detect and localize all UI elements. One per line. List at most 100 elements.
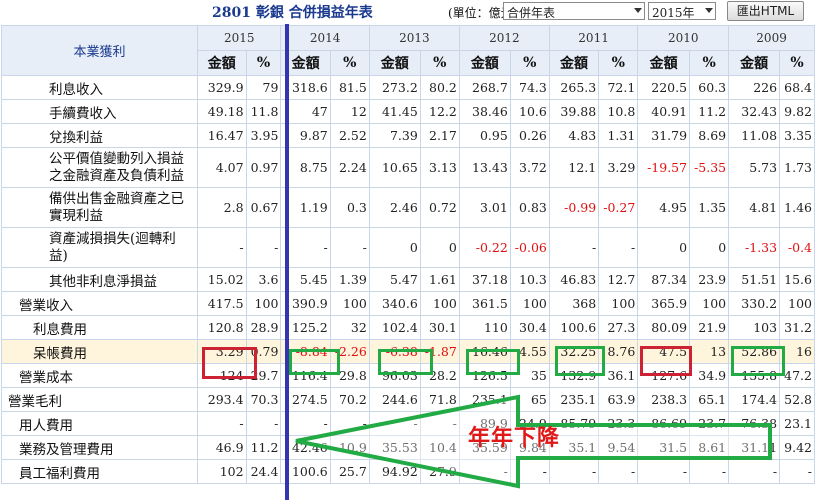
amount-cell: 330.2 bbox=[728, 291, 781, 316]
amount-cell: 244.6 bbox=[368, 387, 421, 412]
table-row: 資產減損損失(迴轉利益) - - - -0 0 -0.22 -0.06- -0 0 -1.33 -0.… bbox=[0, 227, 815, 268]
percent-cell: 27.9 bbox=[419, 459, 460, 484]
percent-column-header: % bbox=[245, 50, 282, 76]
highlight-box-2011 bbox=[555, 346, 605, 376]
highlight-box-2012 bbox=[466, 349, 520, 375]
amount-cell: 4.95 bbox=[637, 187, 691, 228]
amount-cell: 238.3 bbox=[637, 387, 691, 412]
amount-cell: 2.46 bbox=[368, 187, 421, 228]
amount-cell: 365.9 bbox=[637, 291, 691, 316]
export-html-button[interactable]: 匯出HTML bbox=[727, 1, 804, 21]
table-row: 利息費用 120.8 28.9 125.2 32 102.4 30.1 110 30.4 100.… bbox=[0, 315, 815, 340]
percent-cell: 3.95 bbox=[245, 123, 282, 148]
percent-cell: 23.9 bbox=[689, 267, 730, 292]
amount-cell: 39.88 bbox=[548, 99, 600, 124]
percent-cell: 3.13 bbox=[419, 147, 460, 188]
row-label: 呆帳費用 bbox=[0, 339, 199, 364]
percent-cell: 74.3 bbox=[509, 75, 550, 100]
highlight-box-2010 bbox=[640, 346, 692, 376]
amount-cell: 0 bbox=[368, 227, 421, 268]
amount-cell: 5.73 bbox=[728, 147, 781, 188]
percent-cell: - bbox=[598, 227, 639, 268]
percent-cell: 25.7 bbox=[329, 459, 370, 484]
amount-cell: 220.5 bbox=[637, 75, 691, 100]
table-row: 營業收入 417.5 100 390.9 100 340.6 100 361.5 100 368 1… bbox=[0, 291, 815, 316]
percent-cell: 3.72 bbox=[509, 147, 550, 188]
percent-column-header: % bbox=[509, 50, 550, 76]
percent-cell: 81.5 bbox=[329, 75, 370, 100]
year-header-2010: 2010 bbox=[637, 25, 730, 51]
percent-cell: 11.2 bbox=[689, 99, 730, 124]
year-select[interactable]: 2015年 bbox=[648, 2, 716, 20]
highlight-box-2009 bbox=[731, 346, 785, 376]
percent-cell: 1.35 bbox=[689, 187, 730, 228]
percent-cell: 100 bbox=[598, 291, 639, 316]
percent-cell: - bbox=[598, 459, 639, 484]
percent-cell: 11.8 bbox=[245, 99, 282, 124]
row-label: 業務及管理費用 bbox=[0, 435, 199, 460]
amount-cell: 110 bbox=[458, 315, 511, 340]
row-label: 手續費收入 bbox=[0, 99, 199, 124]
row-label: 營業成本 bbox=[0, 363, 199, 388]
amount-column-header: 金額 bbox=[197, 50, 247, 76]
amount-cell: 31.5 bbox=[637, 435, 691, 460]
row-label: 利息收入 bbox=[0, 75, 199, 100]
amount-column-header: 金額 bbox=[637, 50, 691, 76]
percent-cell: 31.2 bbox=[779, 315, 815, 340]
year-header-row: 本業獲利 2015 2014 2013 2012 2011 2010 2009 bbox=[0, 25, 815, 76]
amount-cell: - bbox=[637, 459, 691, 484]
year-header-2012: 2012 bbox=[458, 25, 550, 51]
percent-cell: 10.3 bbox=[509, 267, 550, 292]
percent-cell: 12.7 bbox=[598, 267, 639, 292]
percent-column-header: % bbox=[419, 50, 460, 76]
chevron-down-icon bbox=[705, 8, 713, 13]
percent-column-header: % bbox=[598, 50, 639, 76]
percent-cell: 70.3 bbox=[245, 387, 282, 412]
percent-cell: 2.17 bbox=[419, 123, 460, 148]
report-toolbar: 2801 彰銀 合併損益年表 (單位：億元) 合併年表 2015年 匯出HTML bbox=[0, 0, 815, 24]
amount-cell: 103 bbox=[728, 315, 781, 340]
amount-cell: 31.79 bbox=[637, 123, 691, 148]
percent-cell: 2.24 bbox=[329, 147, 370, 188]
amount-cell: 120.8 bbox=[197, 315, 247, 340]
percent-cell: - bbox=[419, 411, 460, 436]
percent-cell: 10.6 bbox=[509, 99, 550, 124]
table-row: 業務及管理費用 46.9 11.2 42.46 10.9 35.53 10.4 35.59 9.… bbox=[0, 435, 815, 460]
percent-cell: 0.72 bbox=[419, 187, 460, 228]
percent-cell: 100 bbox=[509, 291, 550, 316]
amount-column-header: 金額 bbox=[368, 50, 421, 76]
amount-column-header: 金額 bbox=[458, 50, 511, 76]
trend-annotation: 年年下降 bbox=[468, 426, 561, 451]
amount-cell: 80.09 bbox=[637, 315, 691, 340]
percent-cell: 70.2 bbox=[329, 387, 370, 412]
percent-cell: 11.2 bbox=[245, 435, 282, 460]
amount-cell: 12.1 bbox=[548, 147, 600, 188]
amount-cell: 2.8 bbox=[197, 187, 247, 228]
amount-cell: 10.65 bbox=[368, 147, 421, 188]
table-row: 用人費用 - - - - - -89.9 24.9 85.79 23.3 86.69 23.7 76.3… bbox=[0, 411, 815, 436]
percent-cell: 0.3 bbox=[329, 187, 370, 228]
amount-column-header: 金額 bbox=[728, 50, 781, 76]
percent-cell: 32 bbox=[329, 315, 370, 340]
percent-cell: - bbox=[245, 411, 282, 436]
percent-cell: 0.26 bbox=[509, 123, 550, 148]
amount-cell: 293.4 bbox=[197, 387, 247, 412]
amount-cell: 41.45 bbox=[368, 99, 421, 124]
amount-cell: 174.4 bbox=[728, 387, 781, 412]
row-label: 公平價值變動列入損益之金融資產及負債利益 bbox=[0, 147, 199, 188]
percent-cell: 65.1 bbox=[689, 387, 730, 412]
percent-cell: 15.6 bbox=[779, 267, 815, 292]
percent-cell: 34.9 bbox=[689, 363, 730, 388]
table-row: 其他非利息淨損益 15.02 3.6 5.45 1.39 5.47 1.61 37.18 10.… bbox=[0, 267, 815, 292]
report-type-select[interactable]: 合併年表 bbox=[503, 2, 645, 20]
percent-cell: 23.1 bbox=[779, 411, 815, 436]
amount-cell: 40.91 bbox=[637, 99, 691, 124]
percent-cell: 0.83 bbox=[509, 187, 550, 228]
amount-cell: 32.43 bbox=[728, 99, 781, 124]
percent-cell: - bbox=[245, 227, 282, 268]
table-row: 兌換利益 16.47 3.95 9.87 2.52 7.39 2.17 0.95 0.26 4.8… bbox=[0, 123, 815, 148]
percent-cell: 8.61 bbox=[689, 435, 730, 460]
percent-cell: 80.2 bbox=[419, 75, 460, 100]
percent-column-header: % bbox=[689, 50, 730, 76]
table-row: 營業毛利 293.4 70.3 274.5 70.2 244.6 71.8 235.1 65 23… bbox=[0, 387, 815, 412]
